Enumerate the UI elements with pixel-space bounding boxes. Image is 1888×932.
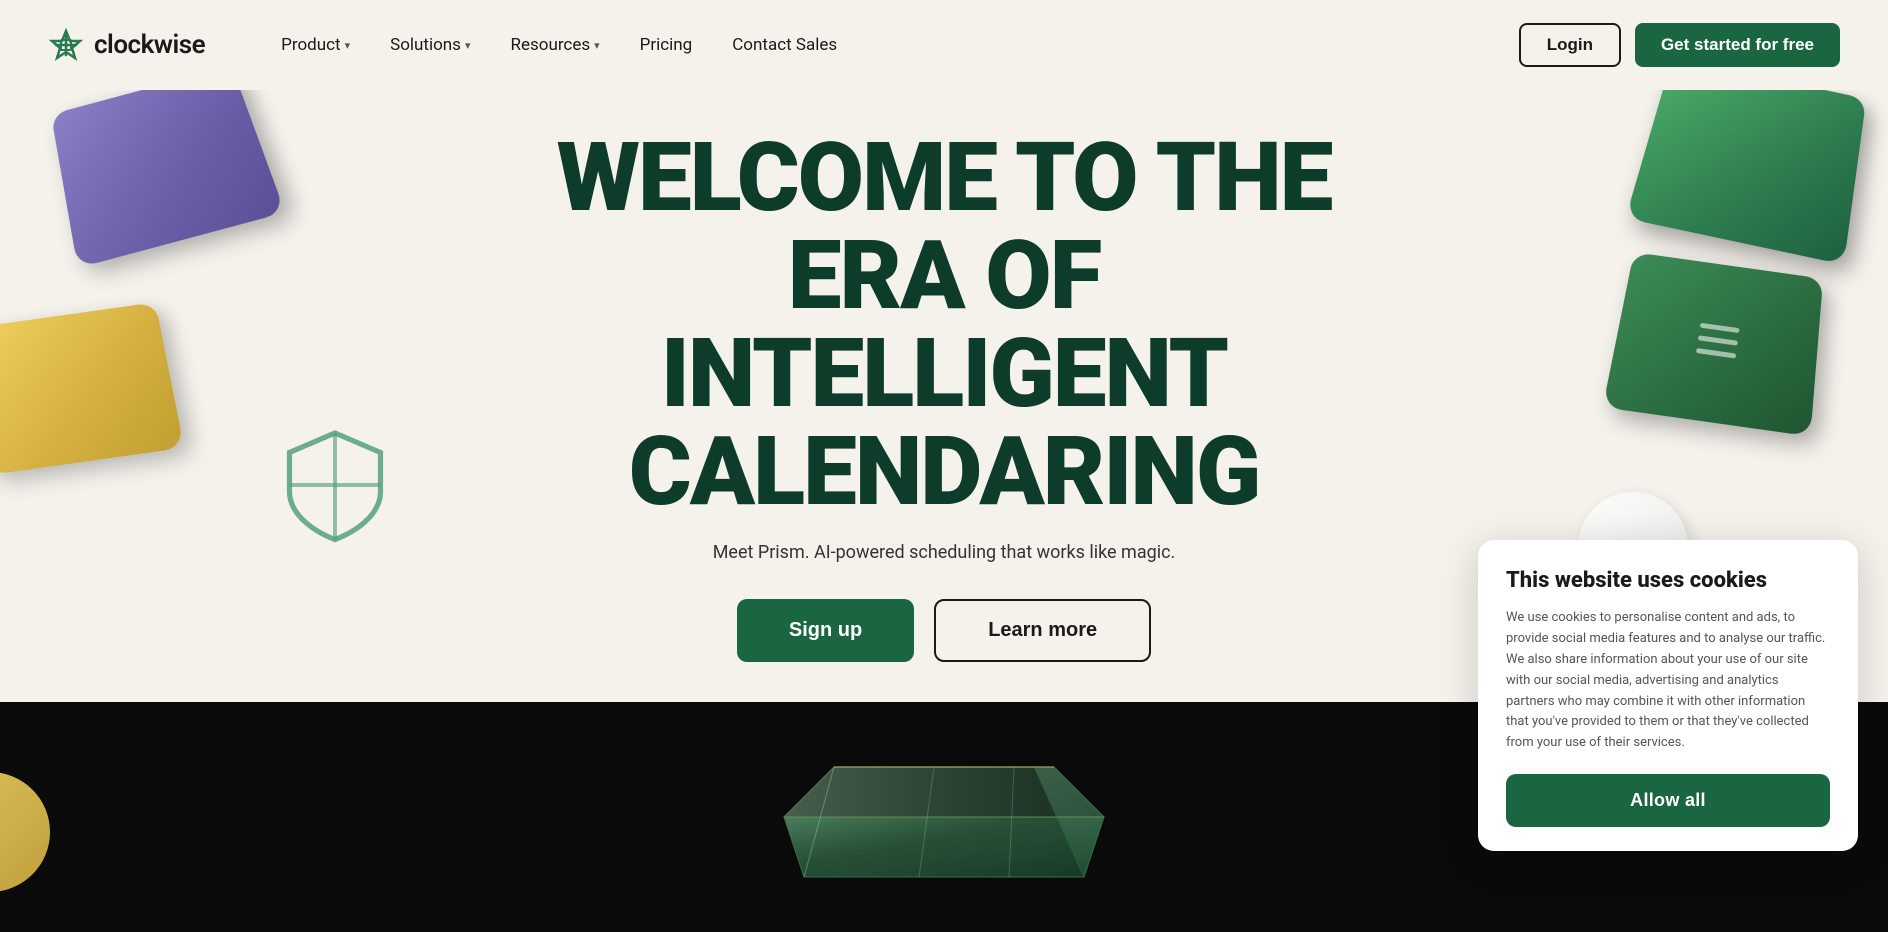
cookie-body: We use cookies to personalise content an… <box>1506 608 1830 754</box>
prism-visual <box>754 737 1134 897</box>
nav-resources[interactable]: Resources ▾ <box>494 27 615 63</box>
nav-solutions[interactable]: Solutions ▾ <box>374 27 486 63</box>
dark-section-inner <box>444 702 1444 932</box>
nav-pricing[interactable]: Pricing <box>624 27 709 63</box>
prism-container <box>694 717 1194 917</box>
brand-name: clockwise <box>94 30 205 60</box>
chevron-down-icon: ▾ <box>465 39 471 52</box>
nav-product[interactable]: Product ▾ <box>265 27 366 63</box>
signup-button[interactable]: Sign up <box>737 599 914 662</box>
chevron-down-icon: ▾ <box>345 39 351 52</box>
logo-icon <box>48 27 84 63</box>
nav-links: Product ▾ Solutions ▾ Resources ▾ Pricin… <box>265 27 1519 63</box>
purple-key <box>51 66 285 268</box>
green-key-burger <box>1603 252 1823 436</box>
login-button[interactable]: Login <box>1519 23 1621 67</box>
nav-actions: Login Get started for free <box>1519 23 1840 67</box>
yellow-key <box>0 302 184 475</box>
navigation: clockwise Product ▾ Solutions ▾ Resource… <box>0 0 1888 90</box>
learn-more-button[interactable]: Learn more <box>934 599 1151 662</box>
allow-all-button[interactable]: Allow all <box>1506 774 1830 827</box>
get-started-button[interactable]: Get started for free <box>1635 23 1840 67</box>
cookie-banner: This website uses cookies We use cookies… <box>1478 540 1858 851</box>
chevron-down-icon: ▾ <box>594 39 600 52</box>
yellow-blob-left <box>0 772 50 892</box>
logo[interactable]: clockwise <box>48 27 205 63</box>
burger-icon <box>1696 322 1740 358</box>
shield-key <box>270 420 400 550</box>
hero-title: WELCOME TO THE ERA OF INTELLIGENT CALEND… <box>494 130 1394 522</box>
nav-contact-sales[interactable]: Contact Sales <box>716 27 853 63</box>
cookie-title: This website uses cookies <box>1506 568 1830 594</box>
